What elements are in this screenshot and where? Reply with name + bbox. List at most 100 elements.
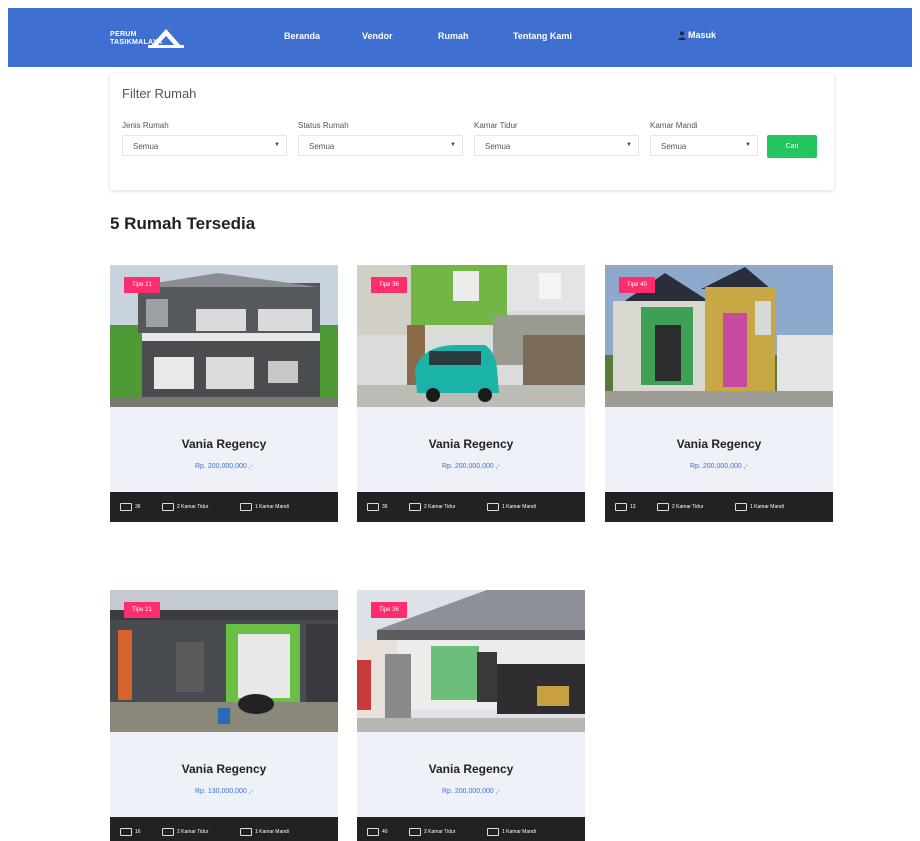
area-icon — [615, 503, 627, 511]
feature-area: 40 — [367, 828, 388, 836]
feature-bathrooms-value: 1 Kamar Mandi — [502, 504, 536, 510]
house-photo: Tipe 36 — [357, 265, 585, 407]
house-photo: Tipe 40 — [605, 265, 833, 407]
feature-area: 13 — [615, 503, 636, 511]
card-features: 36 2 Kamar Tidur 1 Kamar Mandi — [110, 492, 338, 522]
house-price: Rp. 130,000,000 ,- — [195, 788, 253, 795]
house-title: Vania Regency — [181, 437, 267, 451]
house-type-badge: Tipe 40 — [619, 277, 655, 293]
bath-icon — [487, 828, 499, 836]
house-type-badge: Tipe 21 — [124, 277, 160, 293]
feature-bedrooms: 2 Kamar Tidur — [409, 828, 455, 836]
caret-down-icon: ▼ — [450, 142, 456, 148]
nav-rumah[interactable]: Rumah — [438, 31, 469, 41]
house-roof-icon — [148, 29, 184, 48]
navbar: PERUM TASIKMALAYA Beranda Vendor Rumah T… — [8, 8, 912, 67]
nav-beranda[interactable]: Beranda — [284, 31, 320, 41]
caret-down-icon: ▼ — [274, 142, 280, 148]
feature-bathrooms: 1 Kamar Mandi — [735, 503, 784, 511]
house-title: Vania Regency — [428, 437, 514, 451]
bed-icon — [657, 503, 669, 511]
house-card[interactable]: Tipe 36 Vania Regency Rp. 200,000,000 ,-… — [357, 590, 585, 841]
house-price: Rp. 200,000,000 ,- — [195, 463, 253, 470]
filter-label-status-rumah: Status Rumah — [298, 121, 349, 130]
feature-bathrooms-value: 1 Kamar Mandi — [255, 829, 289, 835]
bed-icon — [409, 503, 421, 511]
house-photo: Tipe 21 — [110, 265, 338, 407]
search-button[interactable]: Cari — [767, 135, 817, 158]
house-card[interactable]: Tipe 40 Vania Regency Rp. 200,000,000 ,-… — [605, 265, 833, 522]
select-status-rumah[interactable]: Semua ▼ — [298, 135, 463, 156]
feature-area: 36 — [367, 503, 388, 511]
house-card[interactable]: Tipe 36 Vania Regency Rp. 200,000,000 ,-… — [357, 265, 585, 522]
nav-vendor[interactable]: Vendor — [362, 31, 393, 41]
area-icon — [120, 828, 132, 836]
select-value: Semua — [309, 142, 335, 151]
feature-bedrooms-value: 2 Kamar Tidur — [672, 504, 704, 510]
feature-area-value: 13 — [630, 504, 636, 510]
house-title: Vania Regency — [181, 762, 267, 776]
select-value: Semua — [661, 142, 687, 151]
login-link[interactable]: Masuk — [678, 30, 716, 40]
area-icon — [120, 503, 132, 511]
filter-label-kamar-tidur: Kamar Tidur — [474, 121, 518, 130]
feature-bathrooms-value: 1 Kamar Mandi — [255, 504, 289, 510]
house-type-badge: Tipe 21 — [124, 602, 160, 618]
area-icon — [367, 503, 379, 511]
feature-bedrooms-value: 2 Kamar Tidur — [177, 829, 209, 835]
select-jenis-rumah[interactable]: Semua ▼ — [122, 135, 287, 156]
feature-area: 16 — [120, 828, 141, 836]
select-kamar-tidur[interactable]: Semua ▼ — [474, 135, 639, 156]
house-title: Vania Regency — [428, 762, 514, 776]
card-features: 16 2 Kamar Tidur 1 Kamar Mandi — [110, 817, 338, 841]
house-photo: Tipe 21 — [110, 590, 338, 732]
results-heading: 5 Rumah Tersedia — [110, 214, 256, 233]
select-value: Semua — [133, 142, 159, 151]
house-price: Rp. 200,000,000 ,- — [442, 463, 500, 470]
house-photo: Tipe 36 — [357, 590, 585, 732]
feature-bathrooms: 1 Kamar Mandi — [240, 828, 289, 836]
nav-tentang-kami[interactable]: Tentang Kami — [513, 31, 572, 41]
feature-bedrooms: 2 Kamar Tidur — [409, 503, 455, 511]
house-price: Rp. 200,000,000 ,- — [690, 463, 748, 470]
card-features: 40 2 Kamar Tidur 1 Kamar Mandi — [357, 817, 585, 841]
house-type-badge: Tipe 36 — [371, 602, 407, 618]
feature-bedrooms: 2 Kamar Tidur — [162, 828, 208, 836]
bed-icon — [162, 828, 174, 836]
user-icon — [678, 30, 686, 40]
brand-logo[interactable]: PERUM TASIKMALAYA — [110, 25, 186, 51]
filter-label-jenis-rumah: Jenis Rumah — [122, 121, 169, 130]
bath-icon — [487, 503, 499, 511]
bath-icon — [735, 503, 747, 511]
feature-area-value: 36 — [135, 504, 141, 510]
house-card[interactable]: Tipe 21 Vania Regency Rp. 200,000,000 ,-… — [110, 265, 338, 522]
bed-icon — [409, 828, 421, 836]
card-features: 36 2 Kamar Tidur 1 Kamar Mandi — [357, 492, 585, 522]
feature-bathrooms: 1 Kamar Mandi — [487, 828, 536, 836]
feature-bathrooms: 1 Kamar Mandi — [487, 503, 536, 511]
feature-bedrooms-value: 2 Kamar Tidur — [424, 504, 456, 510]
house-title: Vania Regency — [676, 437, 762, 451]
filter-title: Filter Rumah — [122, 86, 197, 101]
house-type-badge: Tipe 36 — [371, 277, 407, 293]
feature-bathrooms-value: 1 Kamar Mandi — [750, 504, 784, 510]
bath-icon — [240, 503, 252, 511]
caret-down-icon: ▼ — [745, 142, 751, 148]
feature-bedrooms-value: 2 Kamar Tidur — [424, 829, 456, 835]
card-features: 13 2 Kamar Tidur 1 Kamar Mandi — [605, 492, 833, 522]
feature-bathrooms-value: 1 Kamar Mandi — [502, 829, 536, 835]
feature-bedrooms-value: 2 Kamar Tidur — [177, 504, 209, 510]
feature-area: 36 — [120, 503, 141, 511]
feature-bathrooms: 1 Kamar Mandi — [240, 503, 289, 511]
select-value: Semua — [485, 142, 511, 151]
feature-area-value: 40 — [382, 829, 388, 835]
caret-down-icon: ▼ — [626, 142, 632, 148]
bath-icon — [240, 828, 252, 836]
feature-bedrooms: 2 Kamar Tidur — [657, 503, 703, 511]
area-icon — [367, 828, 379, 836]
select-kamar-mandi[interactable]: Semua ▼ — [650, 135, 758, 156]
feature-area-value: 36 — [382, 504, 388, 510]
feature-bedrooms: 2 Kamar Tidur — [162, 503, 208, 511]
house-card[interactable]: Tipe 21 Vania Regency Rp. 130,000,000 ,-… — [110, 590, 338, 841]
feature-area-value: 16 — [135, 829, 141, 835]
